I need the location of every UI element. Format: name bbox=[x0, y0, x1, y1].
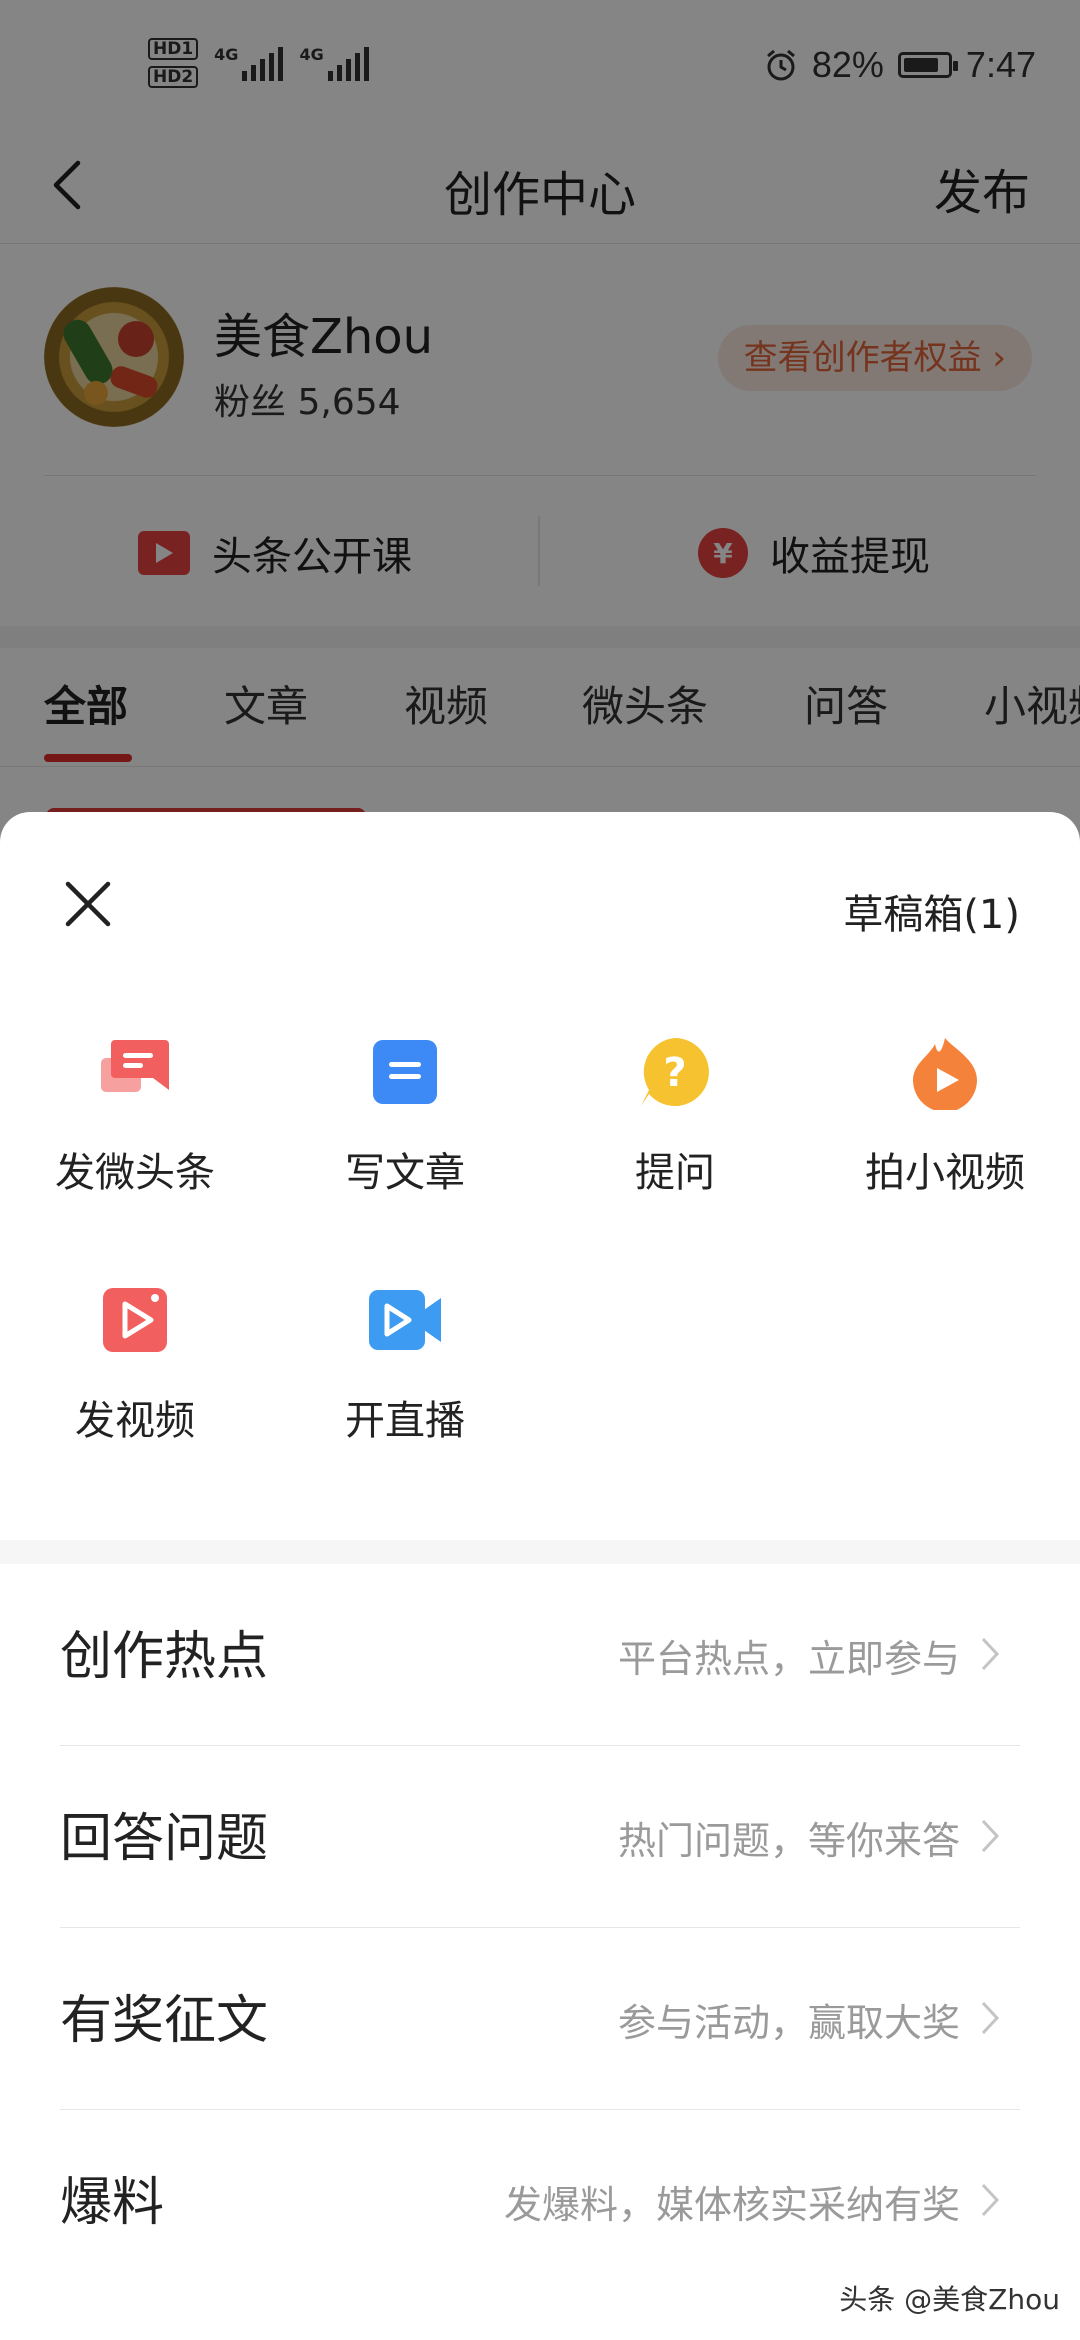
write-article-button[interactable]: 写文章 bbox=[270, 1034, 540, 1198]
chevron-right-icon bbox=[981, 1637, 1000, 1671]
micro-post-icon bbox=[101, 1040, 169, 1092]
short-video-icon bbox=[913, 1038, 977, 1112]
article-icon bbox=[373, 1040, 437, 1104]
close-icon[interactable] bbox=[62, 878, 114, 930]
shoot-short-video-label: 拍小视频 bbox=[865, 1150, 1025, 1196]
entry-description: 平台热点，立即参与 bbox=[617, 1637, 960, 1681]
upload-video-button[interactable]: 发视频 bbox=[0, 1282, 270, 1446]
chevron-right-icon bbox=[981, 2183, 1000, 2217]
live-camera-icon bbox=[369, 1290, 441, 1350]
list-item-essay-contest[interactable]: 有奖征文 参与活动，赢取大奖 bbox=[60, 1928, 1020, 2110]
shoot-short-video-button[interactable]: 拍小视频 bbox=[810, 1034, 1080, 1198]
create-micro-post-label: 发微头条 bbox=[55, 1150, 215, 1196]
entry-title: 爆料 bbox=[60, 2173, 165, 2233]
list-item-hot-topics[interactable]: 创作热点 平台热点，立即参与 bbox=[60, 1564, 1020, 1746]
start-live-button[interactable]: 开直播 bbox=[270, 1282, 540, 1446]
upload-video-label: 发视频 bbox=[75, 1398, 195, 1444]
section-gap bbox=[0, 1540, 1080, 1564]
entry-title: 创作热点 bbox=[60, 1627, 269, 1687]
svg-text:?: ? bbox=[663, 1050, 686, 1096]
question-icon: ? bbox=[641, 1038, 709, 1106]
watermark: 头条 @美食Zhou bbox=[839, 2283, 1060, 2316]
entry-description: 热门问题，等你来答 bbox=[617, 1819, 960, 1863]
entry-description: 发爆料，媒体核实采纳有奖 bbox=[503, 2183, 960, 2227]
chevron-right-icon bbox=[981, 2001, 1000, 2035]
list-item-news-tip[interactable]: 爆料 发爆料，媒体核实采纳有奖 bbox=[60, 2110, 1020, 2292]
list-item-answer-questions[interactable]: 回答问题 热门问题，等你来答 bbox=[60, 1746, 1020, 1928]
ask-question-button[interactable]: ? 提问 bbox=[540, 1034, 810, 1198]
start-live-label: 开直播 bbox=[345, 1398, 465, 1444]
create-micro-post-button[interactable]: 发微头条 bbox=[0, 1034, 270, 1198]
ask-question-label: 提问 bbox=[635, 1150, 715, 1196]
chevron-right-icon bbox=[981, 1819, 1000, 1853]
create-bottom-sheet: 草稿箱(1) 发微头条 写文章 ? 提问 拍小视频 发视频 开直播 创作热点 平… bbox=[0, 812, 1080, 2340]
video-upload-icon bbox=[103, 1288, 167, 1352]
entry-title: 有奖征文 bbox=[60, 1991, 269, 2051]
drafts-button[interactable]: 草稿箱(1) bbox=[843, 882, 1020, 940]
write-article-label: 写文章 bbox=[345, 1150, 465, 1196]
entry-title: 回答问题 bbox=[60, 1809, 269, 1869]
entry-description: 参与活动，赢取大奖 bbox=[617, 2001, 960, 2045]
